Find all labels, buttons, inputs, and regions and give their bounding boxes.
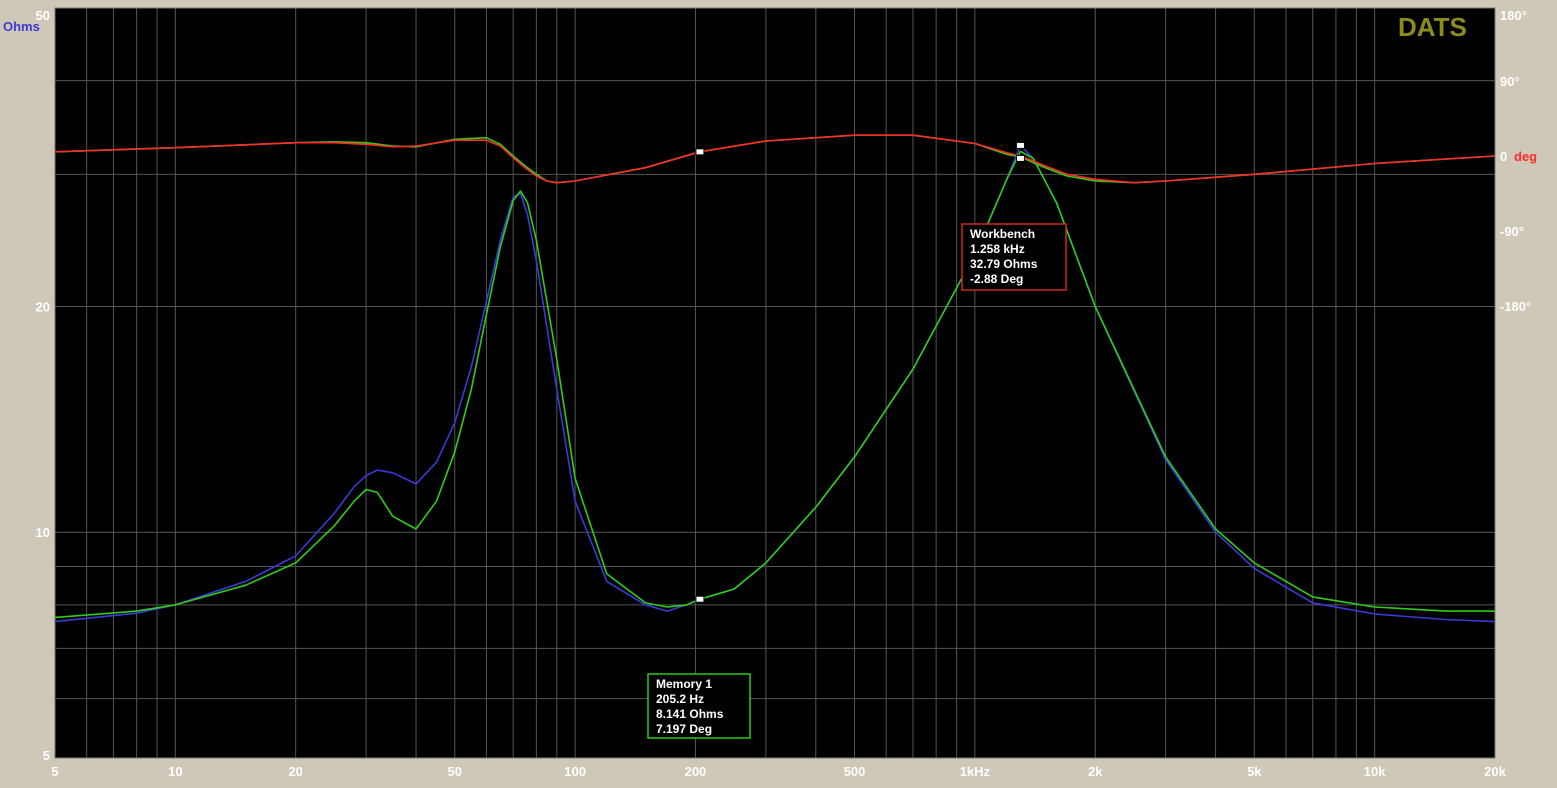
x-tick-label: 500 <box>844 764 866 779</box>
chart-window: Workbench 1.258 kHz 32.79 Ohms -2.88 Deg Mem… <box>0 0 1557 788</box>
cursor-marker[interactable] <box>1015 154 1025 162</box>
x-tick-label: 2k <box>1088 764 1103 779</box>
x-axis-ticks: 5 10 20 50 100 200 500 1kHz 2k 5k 10k 20k <box>51 764 1506 779</box>
x-tick-label: 20k <box>1484 764 1506 779</box>
x-tick-label: 1kHz <box>960 764 991 779</box>
annotation-box-2: Memory 1205.2 Hz8.141 Ohms7.197 Deg <box>647 673 751 739</box>
y-tick-label: 20 <box>36 299 50 314</box>
annotation-line: Memory 1 <box>656 677 712 691</box>
impedance-phase-chart: Workbench1.258 kHz32.79 Ohms-2.88 Deg Mem… <box>3 7 1537 779</box>
x-tick-label: 200 <box>685 764 707 779</box>
cursor-marker[interactable] <box>1015 141 1025 149</box>
x-tick-label: 50 <box>448 764 462 779</box>
y2-tick-label: 90° <box>1500 74 1520 89</box>
y2-tick-label: 180° <box>1500 8 1527 23</box>
y2-unit-label: deg <box>1514 149 1537 164</box>
annotation-box-1: Workbench1.258 kHz32.79 Ohms-2.88 Deg <box>961 223 1067 291</box>
x-tick-label: 20 <box>288 764 302 779</box>
annotation-line: 205.2 Hz <box>656 692 704 706</box>
annotation-line: 1.258 kHz <box>970 242 1025 256</box>
annotation-line: 7.197 Deg <box>656 722 712 736</box>
y2-tick-label: -180° <box>1500 299 1531 314</box>
x-tick-label: 10 <box>168 764 182 779</box>
plot-area[interactable] <box>55 8 1495 758</box>
annotation-line: -2.88 Deg <box>970 272 1023 286</box>
x-tick-label: 5k <box>1247 764 1262 779</box>
y-axis-ticks: 5102050 <box>36 8 50 763</box>
y-tick-label: 5 <box>43 748 50 763</box>
annotation-line: 8.141 Ohms <box>656 707 724 721</box>
y2-tick-label: -90° <box>1500 224 1524 239</box>
cursor-marker[interactable] <box>695 595 705 603</box>
x-tick-label: 100 <box>564 764 586 779</box>
y-tick-label: 10 <box>36 525 50 540</box>
cursor-marker[interactable] <box>695 148 705 156</box>
x-tick-label: 10k <box>1364 764 1386 779</box>
x-tick-label: 5 <box>51 764 58 779</box>
y-unit-label: Ohms <box>3 19 40 34</box>
annotation-line: Workbench <box>970 227 1035 241</box>
brand-title: DATS <box>1398 12 1467 42</box>
annotation-line: 32.79 Ohms <box>970 257 1038 271</box>
y2-zero-label: 0 <box>1500 149 1507 164</box>
